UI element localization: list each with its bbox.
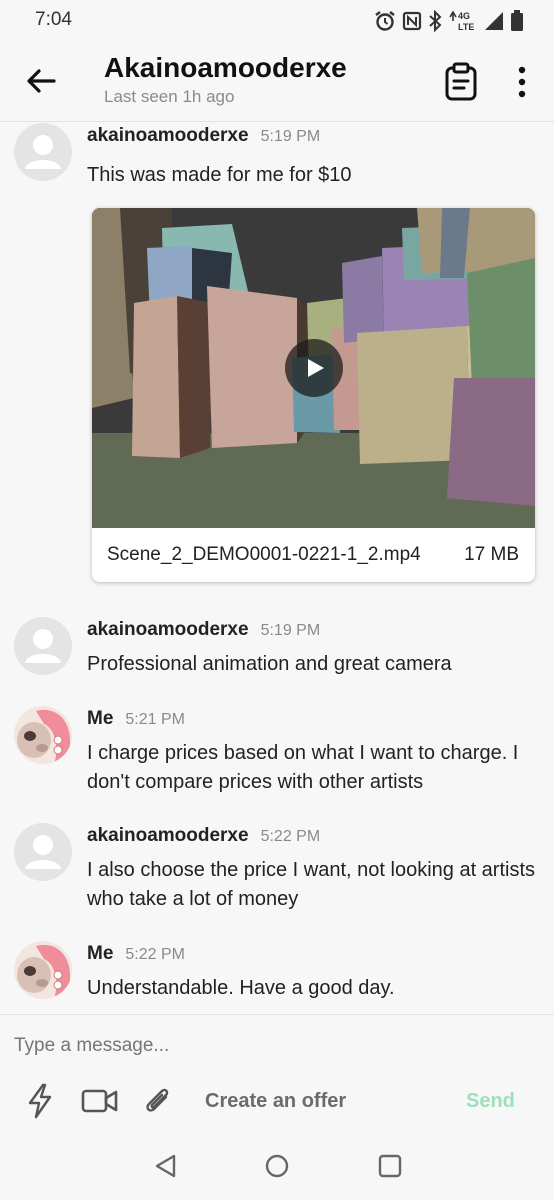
message-time: 5:19 PM (260, 622, 321, 639)
system-nav-bar (0, 1130, 554, 1200)
attachment-file-size: 17 MB (464, 544, 519, 565)
message-meta: akainoamooderxe 5:19 PM (87, 619, 320, 641)
back-triangle-icon[interactable] (152, 1152, 180, 1180)
chat-header: Akainoamooderxe Last seen 1h ago (0, 42, 554, 122)
person-icon (25, 835, 61, 869)
message-meta: akainoamooderxe 5:19 PM (87, 125, 320, 147)
anime-avatar[interactable] (14, 706, 72, 764)
message-meta: Me 5:21 PM (87, 708, 185, 730)
paperclip-icon[interactable] (142, 1083, 174, 1119)
home-circle-icon[interactable] (263, 1152, 291, 1180)
anime-avatar[interactable] (14, 941, 72, 999)
message-text: I also choose the price I want, not look… (87, 859, 536, 910)
anime-avatar-image (14, 941, 72, 999)
anime-avatar-image (14, 706, 72, 764)
network-label-top: 4G (458, 11, 470, 21)
message-item: akainoamooderxe 5:22 PM I also choose th… (0, 823, 554, 923)
message-item: akainoamooderxe 5:19 PM Professional ani… (0, 617, 554, 697)
person-icon (25, 629, 61, 663)
lightning-icon[interactable] (26, 1083, 54, 1119)
play-icon[interactable] (285, 339, 343, 397)
message-time: 5:22 PM (260, 828, 321, 845)
create-offer-button[interactable]: Create an offer (205, 1090, 346, 1113)
status-time: 7:04 (35, 9, 72, 30)
nfc-icon (402, 11, 422, 31)
message-time: 5:19 PM (260, 128, 321, 145)
contact-name[interactable]: Akainoamooderxe (104, 52, 347, 84)
sender-name: akainoamooderxe (87, 825, 249, 846)
message-time: 5:22 PM (125, 946, 185, 963)
battery-icon (511, 10, 523, 31)
message-composer: Create an offer Send (0, 1014, 554, 1130)
message-item: akainoamooderxe 5:19 PM This was made fo… (0, 123, 554, 593)
message-text: This was made for me for $10 (87, 164, 352, 186)
default-avatar[interactable] (14, 617, 72, 675)
sender-name: akainoamooderxe (87, 125, 249, 146)
arrow-left-icon[interactable] (24, 64, 58, 98)
more-vertical-icon[interactable] (510, 64, 534, 100)
message-meta: akainoamooderxe 5:22 PM (87, 825, 320, 847)
recents-square-icon[interactable] (376, 1152, 404, 1180)
4g-lte-icon: 4G LTE (449, 10, 474, 32)
message-time: 5:21 PM (125, 711, 185, 728)
clipboard-icon[interactable] (444, 62, 478, 102)
sender-name: Me (87, 943, 114, 964)
message-input[interactable] (14, 1031, 534, 1061)
message-meta: Me 5:22 PM (87, 943, 185, 965)
bluetooth-icon (429, 10, 442, 32)
default-avatar[interactable] (14, 823, 72, 881)
message-text: Professional animation and great camera (87, 653, 452, 675)
message-text: Understandable. Have a good day. (87, 977, 395, 999)
video-attachment[interactable]: Scene_2_DEMO0001-0221-1_2.mp4 17 MB (92, 208, 535, 582)
attachment-file-name: Scene_2_DEMO0001-0221-1_2.mp4 (107, 544, 421, 565)
network-label-bottom: LTE (458, 22, 474, 32)
default-avatar[interactable] (14, 123, 72, 181)
message-list[interactable]: akainoamooderxe 5:19 PM This was made fo… (0, 123, 554, 1013)
last-seen: Last seen 1h ago (104, 87, 235, 106)
status-bar: 7:04 4G LTE (0, 0, 554, 42)
person-icon (25, 135, 61, 169)
status-icons: 4G LTE (374, 8, 524, 34)
message-text: I charge prices based on what I want to … (87, 742, 519, 793)
alarm-icon (375, 11, 395, 31)
message-item: Me 5:21 PM I charge prices based on what… (0, 706, 554, 806)
video-camera-icon[interactable] (81, 1083, 119, 1119)
sender-name: akainoamooderxe (87, 619, 249, 640)
sender-name: Me (87, 708, 114, 729)
message-item: Me 5:22 PM Understandable. Have a good d… (0, 941, 554, 1013)
send-button[interactable]: Send (466, 1090, 515, 1113)
signal-icon (485, 12, 503, 30)
